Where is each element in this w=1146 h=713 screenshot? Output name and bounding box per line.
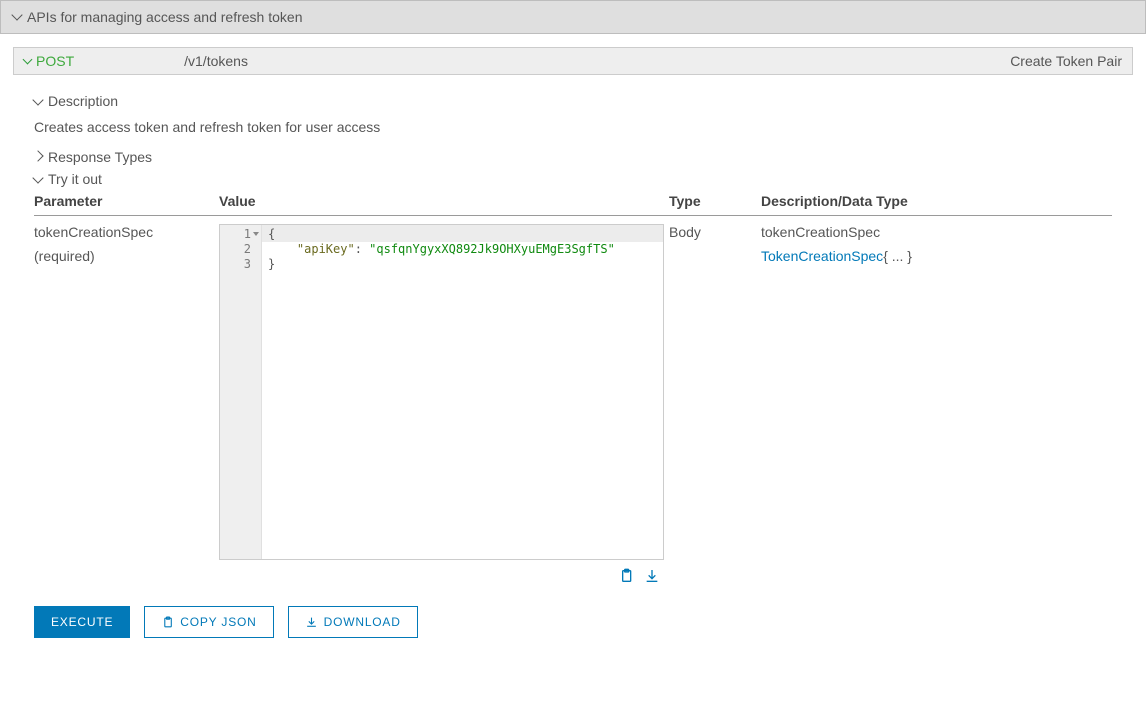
chevron-right-icon xyxy=(32,150,43,161)
chevron-down-icon xyxy=(23,54,33,64)
col-header-desc: Description/Data Type xyxy=(761,193,1112,216)
description-heading: Description xyxy=(48,93,118,109)
col-header-parameter: Parameter xyxy=(34,193,219,216)
clipboard-icon[interactable] xyxy=(618,568,634,584)
download-button[interactable]: DOWNLOAD xyxy=(288,606,418,638)
chevron-down-icon xyxy=(11,9,22,20)
endpoint-path: /v1/tokens xyxy=(184,53,248,69)
param-desc-name: tokenCreationSpec xyxy=(761,224,1112,240)
execute-label: EXECUTE xyxy=(51,615,113,629)
col-header-value: Value xyxy=(219,193,669,216)
chevron-down-icon xyxy=(32,172,43,183)
download-icon[interactable] xyxy=(644,568,660,584)
code-brace: } xyxy=(268,257,275,271)
table-row: tokenCreationSpec (required) 1 2 3 { "ap… xyxy=(34,216,1112,585)
data-type-link[interactable]: TokenCreationSpec xyxy=(761,248,883,264)
line-number: 1 xyxy=(244,227,251,241)
download-icon xyxy=(305,616,318,629)
fold-caret-icon[interactable] xyxy=(253,232,259,236)
editor-code[interactable]: { "apiKey": "qsfqnYgyxXQ892Jk9OHXyuEMgE3… xyxy=(262,225,663,559)
section-header[interactable]: APIs for managing access and refresh tok… xyxy=(0,0,1146,34)
try-it-out-heading: Try it out xyxy=(48,171,102,187)
line-number: 2 xyxy=(226,242,251,257)
parameters-table: Parameter Value Type Description/Data Ty… xyxy=(34,193,1112,584)
execute-button[interactable]: EXECUTE xyxy=(34,606,130,638)
description-toggle[interactable]: Description xyxy=(34,93,1112,109)
param-type: Body xyxy=(669,216,761,585)
param-name: tokenCreationSpec xyxy=(34,224,219,240)
line-number: 3 xyxy=(226,257,251,272)
action-buttons: EXECUTE COPY JSON DOWNLOAD xyxy=(34,606,1112,638)
download-label: DOWNLOAD xyxy=(324,615,401,629)
section-title: APIs for managing access and refresh tok… xyxy=(27,9,302,25)
copy-json-button[interactable]: COPY JSON xyxy=(144,606,273,638)
editor-gutter: 1 2 3 xyxy=(220,225,262,559)
copy-json-label: COPY JSON xyxy=(180,615,256,629)
data-type-suffix: { ... } xyxy=(883,248,912,264)
response-types-toggle[interactable]: Response Types xyxy=(34,149,1112,165)
description-text: Creates access token and refresh token f… xyxy=(34,119,1112,135)
code-key: "apiKey" xyxy=(297,242,355,256)
endpoint-body: Description Creates access token and ref… xyxy=(0,75,1146,650)
response-types-heading: Response Types xyxy=(48,149,152,165)
code-value: "qsfqnYgyxXQ892Jk9OHXyuEMgE3SgfTS" xyxy=(369,242,615,256)
http-method: POST xyxy=(36,53,74,69)
code-editor[interactable]: 1 2 3 { "apiKey": "qsfqnYgyxXQ892Jk9OHXy… xyxy=(219,224,664,560)
col-header-type: Type xyxy=(669,193,761,216)
chevron-down-icon xyxy=(32,94,43,105)
clipboard-icon xyxy=(161,616,174,629)
code-brace: { xyxy=(268,227,275,241)
editor-actions xyxy=(219,560,664,584)
param-required: (required) xyxy=(34,248,219,264)
code-colon: : xyxy=(355,242,369,256)
endpoint-title: Create Token Pair xyxy=(1010,53,1122,69)
endpoint-row[interactable]: POST /v1/tokens Create Token Pair xyxy=(13,47,1133,75)
try-it-out-toggle[interactable]: Try it out xyxy=(34,171,1112,187)
